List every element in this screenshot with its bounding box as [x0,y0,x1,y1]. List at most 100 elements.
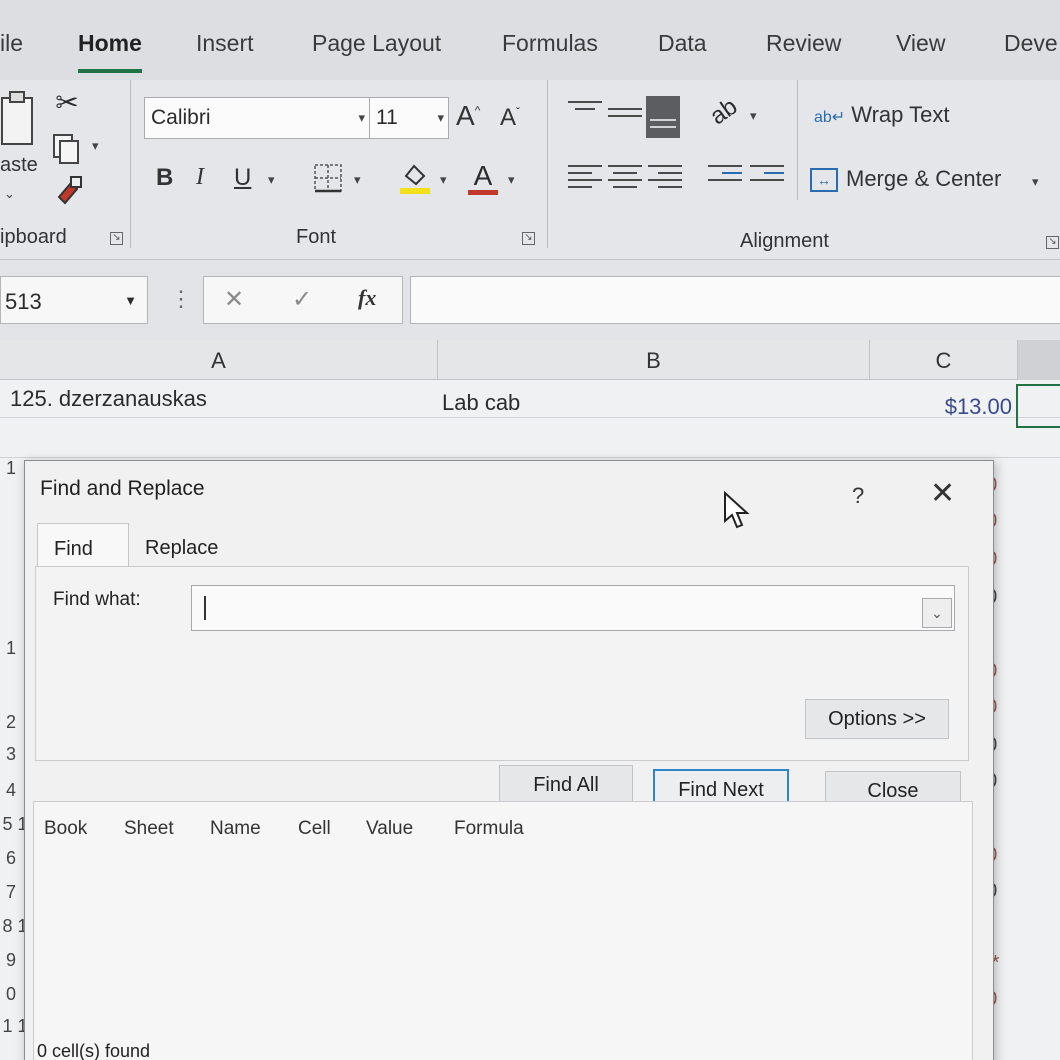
alignment-dialog-launcher-icon[interactable]: ↘ [1046,236,1059,249]
drag-handle-icon[interactable]: ⋮ [170,286,192,312]
results-column-sheet[interactable]: Sheet [124,818,174,840]
dialog-title: Find and Replace [40,477,205,500]
merge-center-button[interactable]: ↔ Merge & Center [810,166,1001,193]
tab-data[interactable]: Data [658,30,707,57]
font-color-glyph: A [473,159,493,191]
group-separator [547,80,548,248]
paste-dropdown-icon[interactable]: ⌄ [4,186,15,202]
help-icon[interactable]: ? [852,483,864,509]
wrap-text-icon: ab↵ [814,109,846,126]
font-size-combo[interactable]: 11 ▾ [369,97,449,139]
align-center-icon[interactable] [608,160,642,190]
paste-label[interactable]: aste [0,154,38,177]
orientation-dropdown-icon[interactable]: ▾ [750,108,757,124]
merge-center-dropdown-icon[interactable]: ▾ [1032,174,1039,190]
tab-insert[interactable]: Insert [196,30,254,57]
close-icon[interactable]: ✕ [930,479,955,509]
clipboard-dialog-launcher-icon[interactable]: ↘ [110,232,123,245]
text-caret [204,596,206,620]
tab-file[interactable]: ile [0,30,23,57]
merge-center-icon: ↔ [810,168,838,193]
font-dialog-launcher-icon[interactable]: ↘ [522,232,535,245]
decrease-indent-icon[interactable] [708,160,742,190]
fill-color-dropdown-icon[interactable]: ▾ [440,172,447,188]
bold-button[interactable]: B [156,164,173,192]
fill-color-icon[interactable] [398,160,432,196]
cancel-icon[interactable]: ✕ [224,285,244,314]
column-header-d[interactable] [1018,340,1060,380]
results-column-formula[interactable]: Formula [454,818,524,840]
find-what-input[interactable]: ⌄ [191,585,955,631]
font-name-dropdown-icon[interactable]: ▾ [358,110,365,126]
formula-buttons: ✕ ✓ fx [203,276,403,324]
font-color-icon[interactable]: A [466,158,500,198]
results-column-book[interactable]: Book [44,818,87,840]
find-what-dropdown-icon[interactable]: ⌄ [922,598,952,628]
column-header-a[interactable]: A [0,340,438,380]
format-painter-icon[interactable] [52,174,84,206]
shrink-font-button[interactable]: Aˇ [500,104,520,132]
results-column-cell[interactable]: Cell [298,818,331,840]
alignment-group-label: Alignment [740,230,829,252]
row-number[interactable]: 0 [0,984,22,1005]
orientation-icon[interactable]: ab [702,90,747,135]
top-align-icon[interactable] [568,96,602,126]
font-color-dropdown-icon[interactable]: ▾ [508,172,515,188]
copy-dropdown-icon[interactable]: ▾ [92,138,99,154]
results-list[interactable]: Book Sheet Name Cell Value Formula [33,801,973,1060]
row-number[interactable]: 9 [0,950,22,971]
increase-indent-icon[interactable] [750,160,784,190]
borders-icon[interactable] [312,162,344,194]
insert-function-icon[interactable]: fx [358,285,376,311]
row-number[interactable]: 4 [0,780,22,801]
paste-icon[interactable] [0,88,40,148]
row-number[interactable]: 7 [0,882,22,903]
bottom-align-icon[interactable] [646,96,680,138]
underline-dropdown-icon[interactable]: ▾ [268,172,275,188]
tab-view[interactable]: View [896,30,945,57]
cut-icon[interactable]: ✂ [54,86,80,118]
tab-replace[interactable]: Replace [129,523,239,567]
grow-font-glyph: A [456,100,475,131]
grow-font-button[interactable]: A^ [456,100,480,132]
tab-find[interactable]: Find [37,523,129,567]
cell-a[interactable]: 125. dzerzanauskas [0,380,438,418]
column-header-c[interactable]: C [870,340,1018,380]
results-column-value[interactable]: Value [366,818,413,840]
underline-button[interactable]: U [234,164,251,192]
font-name-combo[interactable]: Calibri ▾ [144,97,370,139]
font-size-value: 11 [376,106,398,129]
middle-align-icon[interactable] [608,96,642,126]
name-box[interactable]: 513 ▼ [0,276,148,324]
enter-icon[interactable]: ✓ [292,285,312,314]
copy-icon[interactable] [50,132,84,166]
row-number[interactable]: 1 [0,638,22,659]
align-right-icon[interactable] [648,160,682,190]
column-headers: A B C [0,340,1060,380]
borders-dropdown-icon[interactable]: ▾ [354,172,361,188]
find-replace-dialog: Find and Replace ? ✕ Find Replace Find w… [24,460,994,1060]
italic-button[interactable]: I [196,164,204,191]
table-row [0,420,1060,458]
column-header-b[interactable]: B [438,340,870,380]
tab-page-layout[interactable]: Page Layout [312,30,441,57]
wrap-text-label: Wrap Text [851,102,950,127]
wrap-text-button[interactable]: ab↵ Wrap Text [814,102,949,128]
row-number[interactable]: 2 [0,712,22,733]
tab-formulas[interactable]: Formulas [502,30,598,57]
find-all-button[interactable]: Find All [499,765,633,805]
cell-b[interactable]: Lab cab [432,384,864,422]
options-button[interactable]: Options >> [805,699,949,739]
font-name-value: Calibri [151,106,211,129]
align-left-icon[interactable] [568,160,602,190]
results-column-name[interactable]: Name [210,818,261,840]
formula-input[interactable] [410,276,1060,324]
name-box-dropdown-icon[interactable]: ▼ [124,293,137,308]
row-number[interactable]: 6 [0,848,22,869]
tab-home[interactable]: Home [78,30,142,73]
tab-developer[interactable]: Deve [1004,30,1058,57]
row-number[interactable]: 3 [0,744,22,765]
font-size-dropdown-icon[interactable]: ▾ [437,110,444,126]
tab-review[interactable]: Review [766,30,841,57]
row-number[interactable]: 1 [0,458,22,479]
